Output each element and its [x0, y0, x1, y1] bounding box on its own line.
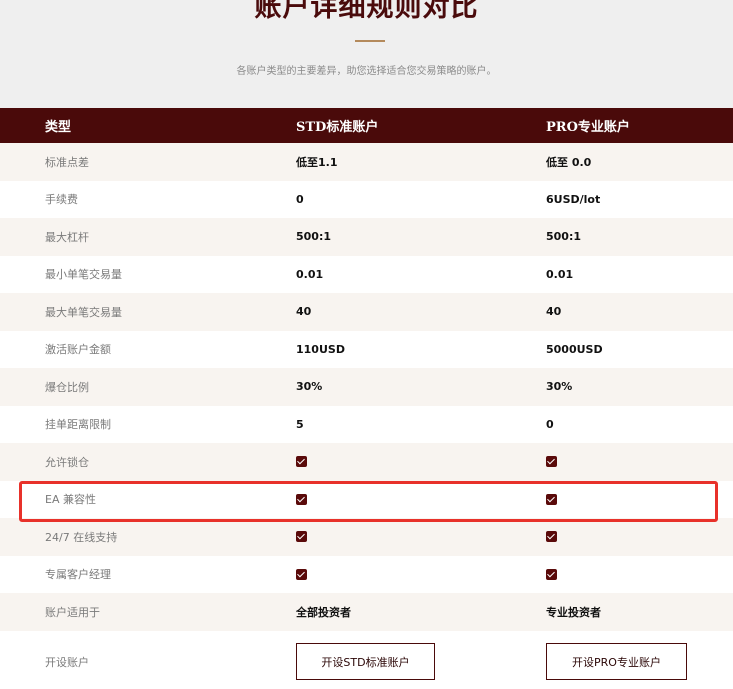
row-label: 最大单笔交易量	[45, 305, 122, 319]
std-value: 全部投资者	[296, 605, 351, 619]
open-std-account-button[interactable]: 开设STD标准账户	[296, 643, 435, 680]
page-subtitle: 各账户类型的主要差异，助您选择适合您交易策略的账户。	[236, 66, 497, 77]
table-row: 最小单笔交易量 0.01 0.01	[0, 256, 733, 294]
open-account-label: 开设账户	[45, 655, 89, 669]
row-label: EA 兼容性	[45, 493, 96, 507]
open-account-row: 开设账户 开设STD标准账户 开设PRO专业账户	[0, 631, 733, 689]
pro-value: 500:1	[546, 230, 582, 244]
checkbox-checked-icon	[296, 568, 307, 580]
header-std: STD标准账户	[296, 120, 379, 135]
row-label: 挂单距离限制	[45, 418, 111, 432]
open-pro-account-button[interactable]: 开设PRO专业账户	[546, 643, 687, 680]
table-row: 爆仓比例 30% 30%	[0, 368, 733, 406]
table-row: 挂单距离限制 5 0	[0, 406, 733, 444]
table-row: 标准点差 低至1.1 低至 0.0	[0, 143, 733, 181]
std-checkmark-icon	[296, 452, 307, 471]
table-row: 最大单笔交易量 40 40	[0, 293, 733, 331]
pro-value: 低至 0.0	[546, 155, 592, 169]
table-row: 最大杠杆 500:1 500:1	[0, 218, 733, 256]
pro-value: 0.01	[546, 267, 574, 281]
page-title: 账户详细规则对比	[254, 0, 479, 23]
std-value: 500:1	[296, 230, 332, 244]
row-label: 允许锁仓	[45, 455, 89, 469]
pro-value: 专业投资者	[546, 605, 601, 619]
checkbox-checked-icon	[546, 456, 557, 468]
checkbox-checked-icon	[296, 493, 307, 505]
pro-value: 0	[546, 417, 554, 431]
row-label: 最小单笔交易量	[45, 268, 122, 282]
table-row: 专属客户经理	[0, 556, 733, 594]
pro-checkmark-icon	[546, 527, 557, 546]
hero-section: 账户详细规则对比 各账户类型的主要差异，助您选择适合您交易策略的账户。	[0, 0, 733, 108]
row-label: 专属客户经理	[45, 568, 111, 582]
std-value: 30%	[296, 380, 323, 394]
checkbox-checked-icon	[296, 456, 307, 468]
std-value: 0	[296, 192, 304, 206]
std-value: 110USD	[296, 342, 345, 356]
row-label: 爆仓比例	[45, 380, 89, 394]
pro-checkmark-icon	[546, 565, 557, 584]
row-label: 账户适用于	[45, 605, 100, 619]
table-row: 账户适用于 全部投资者 专业投资者	[0, 593, 733, 631]
comparison-table: 类型 STD标准账户 PRO专业账户 标准点差 低至1.1 低至 0.0 手续费 0 6U…	[0, 108, 733, 689]
table-row: EA 兼容性	[0, 481, 733, 519]
table-row: 24/7 在线支持	[0, 518, 733, 556]
header-type: 类型	[45, 120, 72, 135]
row-label: 24/7 在线支持	[45, 530, 118, 544]
row-label: 激活账户金额	[45, 343, 111, 357]
pro-value: 5000USD	[546, 342, 603, 356]
pro-checkmark-icon	[546, 452, 557, 471]
table-header: 类型 STD标准账户 PRO专业账户	[0, 108, 733, 143]
title-divider	[355, 40, 385, 42]
row-label: 手续费	[45, 193, 78, 207]
table-row: 手续费 0 6USD/lot	[0, 181, 733, 219]
std-checkmark-icon	[296, 527, 307, 546]
pro-value: 6USD/lot	[546, 192, 601, 206]
std-value: 0.01	[296, 267, 324, 281]
std-value: 40	[296, 305, 312, 319]
checkbox-checked-icon	[546, 493, 557, 505]
checkbox-checked-icon	[546, 531, 557, 543]
header-pro: PRO专业账户	[546, 120, 630, 135]
std-value: 5	[296, 417, 304, 431]
row-label: 最大杠杆	[45, 230, 89, 244]
std-value: 低至1.1	[296, 155, 338, 169]
table-row: 激活账户金额 110USD 5000USD	[0, 331, 733, 369]
pro-checkmark-icon	[546, 490, 557, 509]
checkbox-checked-icon	[546, 568, 557, 580]
std-checkmark-icon	[296, 490, 307, 509]
checkbox-checked-icon	[296, 531, 307, 543]
row-label: 标准点差	[45, 155, 89, 169]
pro-value: 30%	[546, 380, 573, 394]
std-checkmark-icon	[296, 565, 307, 584]
pro-value: 40	[546, 305, 562, 319]
table-row: 允许锁仓	[0, 443, 733, 481]
